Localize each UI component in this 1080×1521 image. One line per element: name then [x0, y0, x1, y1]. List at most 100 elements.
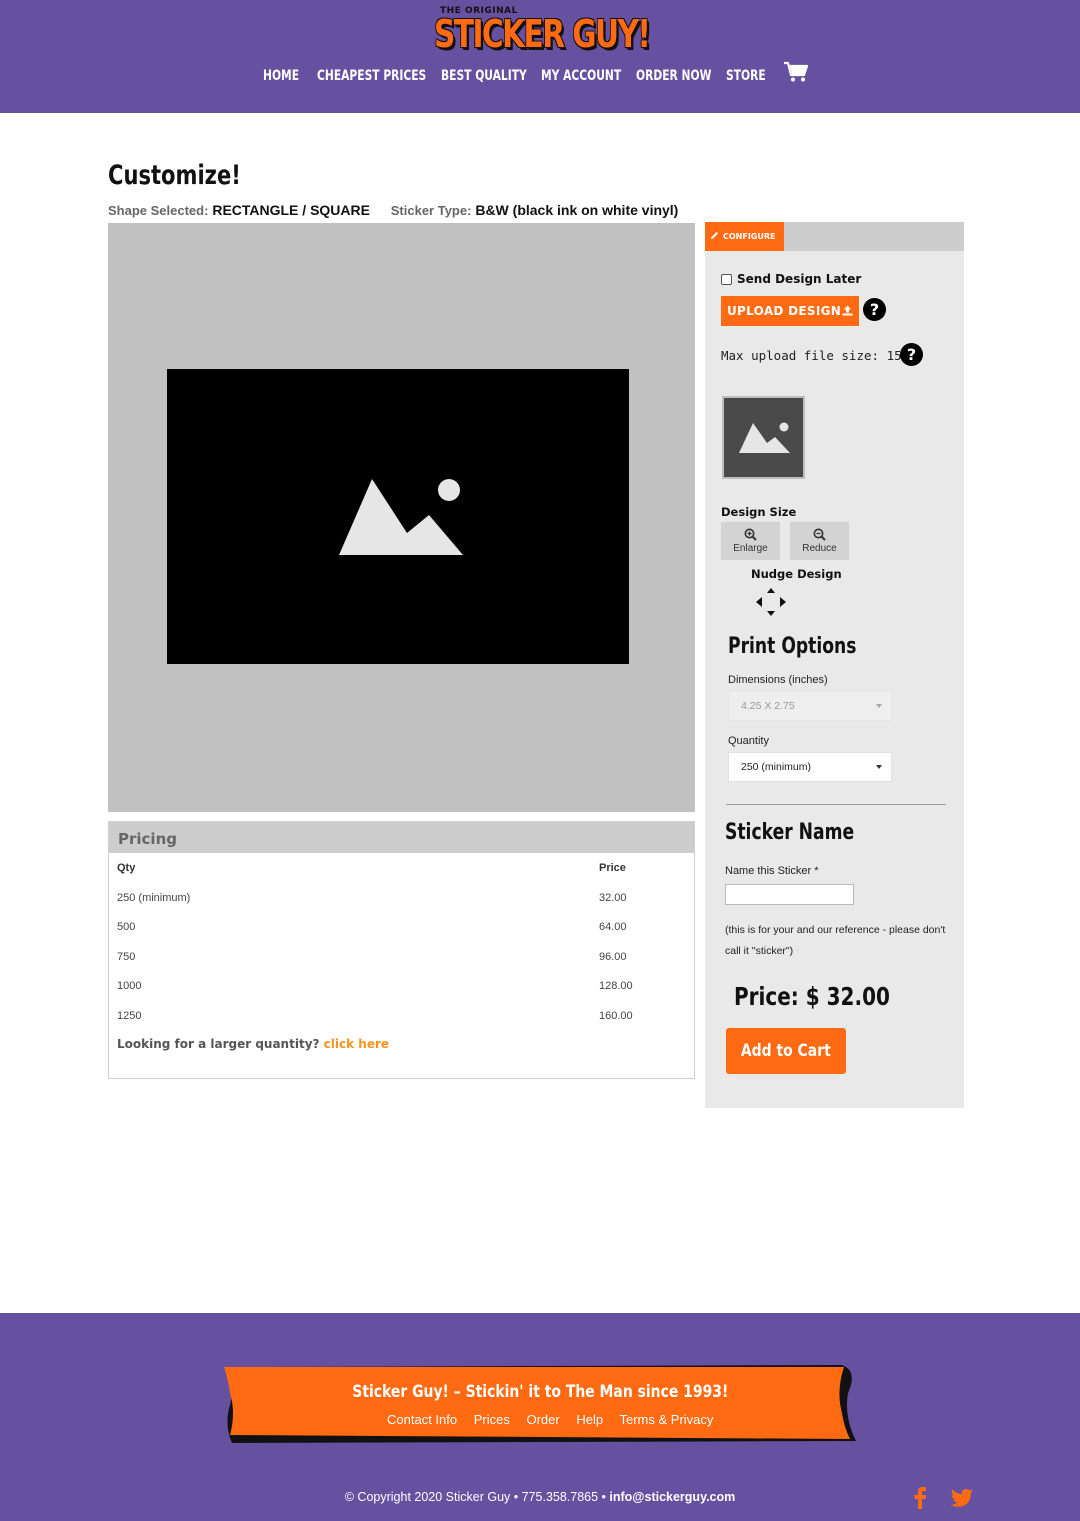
logo-name: STICKER GUY! — [434, 12, 651, 56]
footer-slogan-text: Sticker Guy! – Stickin' it to The Man si… — [351, 1382, 729, 1402]
send-design-later-checkbox[interactable]: Send Design Later — [721, 272, 861, 286]
tab-configure[interactable]: CONFIGURE — [705, 222, 784, 251]
footer-links: Contact Info Prices Order Help Terms & P… — [387, 1412, 726, 1427]
upload-design-button[interactable]: UPLOAD DESIGN — [721, 296, 859, 326]
row-qty: 1250 — [117, 1009, 142, 1022]
quantity-value: 250 (minimum) — [741, 761, 812, 773]
upload-label: UPLOAD DESIGN — [727, 304, 842, 318]
max-size-help-icon[interactable]: ? — [900, 343, 923, 366]
nav-order-now[interactable]: ORDER NOW — [636, 68, 711, 84]
zoom-out-icon — [813, 528, 826, 541]
sticker-name-note: (this is for your and our reference - pl… — [725, 924, 946, 957]
enlarge-button[interactable]: Enlarge — [721, 522, 780, 560]
twitter-icon[interactable] — [951, 1489, 973, 1507]
dimensions-select: 4.25 X 2.75 — [728, 691, 892, 721]
footer-email-link[interactable]: info@stickerguy.com — [609, 1490, 735, 1504]
reduce-button[interactable]: Reduce — [790, 522, 849, 560]
footer-link-order[interactable]: Order — [526, 1412, 559, 1427]
footer-link-contact[interactable]: Contact Info — [387, 1412, 457, 1427]
nudge-left-icon[interactable] — [756, 597, 762, 607]
upload-help-icon[interactable]: ? — [863, 298, 886, 321]
design-preview[interactable] — [167, 369, 629, 664]
site-logo[interactable]: THE ORIGINAL STICKER GUY! — [432, 5, 652, 56]
shape-value: RECTANGLE / SQUARE — [212, 202, 370, 218]
image-placeholder-icon — [739, 422, 790, 453]
pricing-table: Qty Price 250 (minimum) 32.00 500 64.00 … — [117, 862, 687, 1039]
sticker-name-heading: Sticker Name — [725, 820, 855, 845]
footer-link-prices[interactable]: Prices — [474, 1412, 510, 1427]
page-title: Customize! — [108, 160, 241, 191]
enlarge-label: Enlarge — [733, 543, 768, 554]
footer-link-terms[interactable]: Terms & Privacy — [619, 1412, 713, 1427]
nav-home[interactable]: HOME — [263, 68, 299, 84]
pricing-heading: Pricing — [109, 822, 694, 853]
row-price: 64.00 — [599, 921, 627, 933]
footer-slogan: Sticker Guy! – Stickin' it to The Man si… — [0, 1382, 1080, 1402]
copyright-text: © Copyright 2020 Sticker Guy • 775.358.7… — [344, 1490, 606, 1504]
dimensions-value: 4.25 X 2.75 — [741, 700, 795, 712]
column-qty: Qty — [117, 862, 136, 874]
row-price: 160.00 — [599, 1009, 633, 1022]
table-row: 750 96.00 — [117, 951, 687, 981]
design-thumbnail[interactable] — [722, 396, 805, 479]
nudge-right-icon[interactable] — [780, 597, 786, 607]
footer-link-help[interactable]: Help — [576, 1412, 603, 1427]
nudge-up-icon[interactable] — [767, 588, 775, 593]
sticker-name-label: Name this Sticker * — [725, 865, 819, 877]
table-row: 1000 128.00 — [117, 980, 687, 1010]
divider — [726, 804, 946, 805]
type-value: B&W (black ink on white vinyl) — [475, 202, 679, 218]
configure-panel: CONFIGURE Send Design Later UPLOAD DESIG… — [705, 222, 964, 1108]
price-total: Price: $ 32.00 — [734, 982, 890, 1011]
facebook-icon[interactable] — [913, 1487, 927, 1509]
nav-store[interactable]: STORE — [726, 68, 766, 84]
design-size-label: Design Size — [721, 505, 797, 519]
table-row: 1250 160.00 — [117, 1010, 687, 1040]
nav-best-quality[interactable]: BEST QUALITY — [441, 68, 527, 84]
pricing-panel: Pricing Qty Price 250 (minimum) 32.00 50… — [108, 821, 695, 1079]
add-to-cart-label: Add to Cart — [741, 1041, 831, 1061]
add-to-cart-button[interactable]: Add to Cart — [726, 1028, 846, 1074]
nudge-down-icon[interactable] — [767, 611, 775, 616]
zoom-in-icon — [744, 528, 757, 541]
table-row: 250 (minimum) 32.00 — [117, 892, 687, 922]
row-qty: 1000 — [117, 980, 142, 992]
reduce-label: Reduce — [802, 543, 837, 554]
checkbox-box[interactable] — [721, 273, 732, 285]
larger-quantity-text: Looking for a larger quantity? — [117, 1037, 320, 1051]
print-options-heading: Print Options — [728, 634, 857, 659]
main-nav: HOME CHEAPEST PRICES BEST QUALITY MY ACC… — [0, 68, 1080, 88]
larger-quantity-note: Looking for a larger quantity? click her… — [117, 1037, 389, 1051]
sticker-name-input[interactable] — [725, 884, 854, 905]
row-qty: 500 — [117, 921, 136, 933]
type-label: Sticker Type: — [390, 203, 472, 218]
design-canvas[interactable] — [108, 223, 695, 812]
row-qty: 750 — [117, 950, 136, 963]
shape-label: Shape Selected: — [108, 203, 209, 218]
upload-icon — [842, 305, 853, 316]
larger-quantity-link[interactable]: click here — [324, 1037, 389, 1051]
table-row: 500 64.00 — [117, 921, 687, 951]
dimensions-label: Dimensions (inches) — [728, 674, 828, 686]
column-price: Price — [599, 862, 626, 874]
chevron-down-icon — [876, 765, 882, 769]
site-header: THE ORIGINAL STICKER GUY! HOME CHEAPEST … — [0, 0, 1080, 113]
nudge-arrows — [756, 588, 786, 616]
tab-configure-label: CONFIGURE — [723, 232, 776, 241]
nudge-design-label: Nudge Design — [751, 567, 842, 581]
max-upload-size: Max upload file size: 15MB — [721, 348, 917, 363]
image-placeholder-icon — [339, 479, 463, 555]
send-later-label: Send Design Later — [737, 272, 862, 286]
row-price: 96.00 — [599, 950, 627, 963]
cart-icon[interactable] — [783, 61, 809, 83]
nav-my-account[interactable]: MY ACCOUNT — [541, 68, 621, 84]
table-header: Qty Price — [117, 862, 687, 892]
quantity-select[interactable]: 250 (minimum) — [728, 752, 892, 782]
row-price: 128.00 — [599, 980, 633, 992]
nav-cheapest-prices[interactable]: CHEAPEST PRICES — [317, 68, 426, 84]
config-tabbar: CONFIGURE — [705, 222, 964, 251]
pencil-icon — [711, 232, 718, 239]
selection-summary: Shape Selected: RECTANGLE / SQUARE Stick… — [108, 202, 678, 218]
quantity-label: Quantity — [728, 735, 769, 747]
chevron-down-icon — [876, 704, 882, 708]
